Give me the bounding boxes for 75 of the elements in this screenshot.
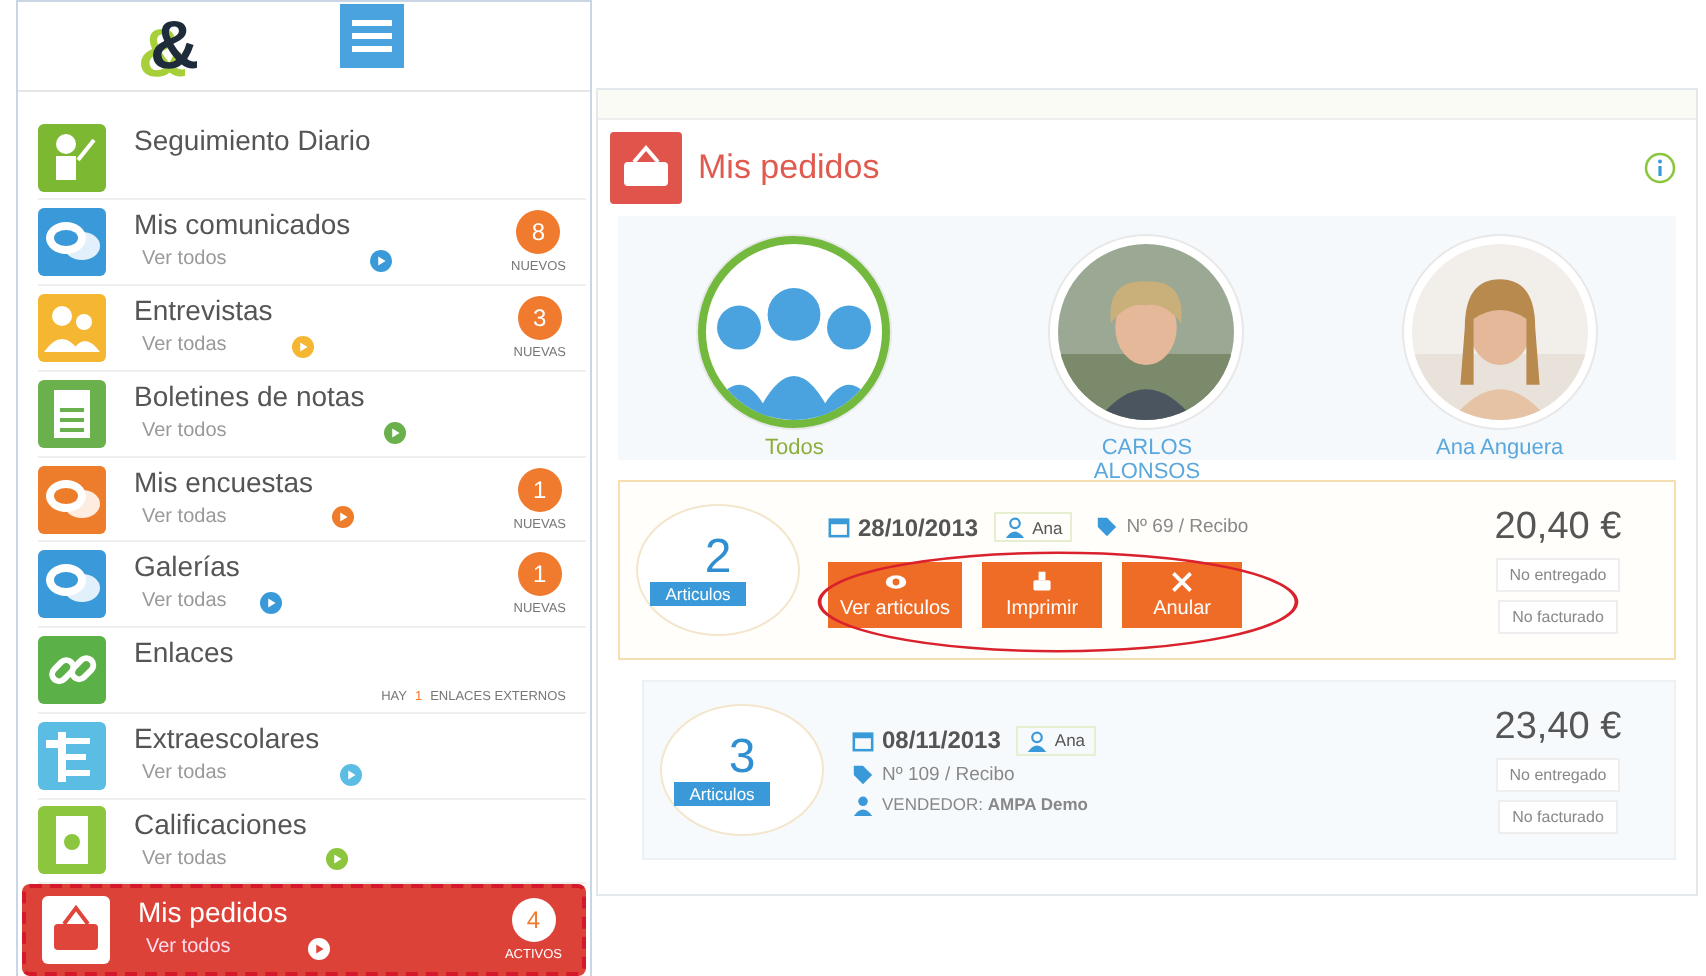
close-icon bbox=[1170, 570, 1195, 594]
count-badge: 4 bbox=[511, 898, 556, 943]
panel-title: Mis pedidos bbox=[698, 148, 880, 188]
view-all-link[interactable]: Ver todas bbox=[142, 761, 320, 784]
menu-item-title: Galerías bbox=[134, 548, 240, 585]
user-icon bbox=[1026, 729, 1049, 751]
logo: & bbox=[150, 5, 200, 86]
calendar-icon bbox=[828, 516, 850, 538]
seller-text: VENDEDOR: AMPA Demo bbox=[882, 794, 1088, 814]
menu-item-title: Extraescolares bbox=[134, 719, 320, 756]
menu-item-title: Mis comunicados bbox=[134, 206, 351, 243]
user-icon bbox=[1004, 516, 1027, 538]
order-reference: Nº 109 / Recibo bbox=[882, 763, 1015, 785]
tag-icon bbox=[1096, 516, 1119, 538]
item-count: 3 bbox=[728, 734, 756, 782]
view-all-link[interactable]: Ver todas bbox=[142, 590, 240, 613]
action-button[interactable]: Anular bbox=[1122, 562, 1243, 628]
view-all-link[interactable]: Ver todos bbox=[142, 419, 365, 442]
items-label: Articulos bbox=[673, 782, 771, 806]
play-icon[interactable] bbox=[259, 592, 282, 615]
play-icon[interactable] bbox=[332, 506, 355, 529]
menu-item-title: Mis pedidos bbox=[138, 894, 288, 931]
info-icon[interactable] bbox=[1644, 152, 1676, 184]
menu-item-title: Boletines de notas bbox=[134, 377, 365, 414]
status-label: No facturado bbox=[1498, 800, 1618, 834]
person-tag: Ana bbox=[994, 512, 1073, 542]
play-icon[interactable] bbox=[384, 421, 407, 444]
order-card[interactable]: 2 Articulos 28/10/2013 Ana Nº 69 / Recibo Ver articulos Imprimir Anular 20,40 € No entregado No facturado bbox=[618, 480, 1676, 660]
status-label: No facturado bbox=[1498, 600, 1618, 634]
user-icon bbox=[852, 793, 874, 815]
child-name[interactable]: Ana Anguera bbox=[1429, 436, 1570, 460]
tag-icon bbox=[852, 763, 874, 785]
items-label: Articulos bbox=[649, 582, 747, 606]
menu-item-title: Enlaces bbox=[134, 634, 234, 671]
play-icon[interactable] bbox=[326, 848, 349, 871]
view-all-link[interactable]: Ver todos bbox=[146, 936, 288, 959]
count-badge: 1 bbox=[517, 552, 562, 597]
order-date: 08/11/2013 bbox=[882, 726, 1001, 754]
view-all-link[interactable]: Ver todas bbox=[142, 334, 273, 357]
view-all-link[interactable]: Ver todas bbox=[142, 847, 307, 870]
printer-icon bbox=[1030, 570, 1055, 594]
action-button[interactable]: Imprimir bbox=[982, 562, 1103, 628]
status-label: No entregado bbox=[1495, 558, 1621, 592]
sidebar-item[interactable]: Seguimiento Diario bbox=[38, 115, 586, 201]
calendar-icon bbox=[852, 729, 874, 751]
view-all-link[interactable]: Ver todas bbox=[142, 505, 313, 528]
eye-icon bbox=[883, 570, 908, 594]
child-name[interactable]: Todos bbox=[724, 436, 865, 460]
order-reference: Nº 69 / Recibo bbox=[1126, 516, 1249, 538]
menu-item-title: Seguimiento Diario bbox=[134, 121, 371, 158]
order-price: 20,40 € bbox=[1494, 506, 1622, 550]
view-all-link[interactable]: Ver todos bbox=[142, 248, 351, 271]
menu-item-title: Calificaciones bbox=[134, 805, 307, 842]
basket-icon bbox=[42, 896, 110, 965]
count-badge: 8 bbox=[516, 210, 561, 255]
sidebar-item[interactable]: Boletines de notas Ver todos bbox=[38, 371, 586, 458]
play-icon[interactable] bbox=[292, 335, 315, 358]
menu-item-title: Mis encuestas bbox=[134, 463, 313, 500]
order-price: 23,40 € bbox=[1494, 706, 1622, 750]
basket-icon bbox=[610, 132, 682, 204]
status-label: No entregado bbox=[1495, 758, 1621, 792]
order-card[interactable]: 3 Articulos 08/11/2013 Ana Nº 109 / Recibo VENDEDOR: AMPA Demo 23,40 € No entregado No facturado bbox=[642, 680, 1676, 860]
play-icon[interactable] bbox=[370, 250, 393, 273]
child-name[interactable]: CARLOS ALONSOS bbox=[1076, 436, 1217, 484]
action-button[interactable]: Ver articulos bbox=[828, 562, 963, 628]
order-date: 28/10/2013 bbox=[858, 513, 979, 541]
count-badge: 3 bbox=[517, 296, 562, 341]
menu-item-title: Entrevistas bbox=[134, 292, 273, 329]
play-icon[interactable] bbox=[339, 763, 362, 786]
person-tag: Ana bbox=[1016, 725, 1096, 755]
menu-icon[interactable] bbox=[339, 3, 404, 68]
item-count: 2 bbox=[704, 534, 732, 582]
count-badge: 1 bbox=[517, 467, 562, 512]
sidebar-item[interactable]: Extraescolares Ver todas bbox=[38, 713, 586, 800]
play-icon[interactable] bbox=[307, 938, 330, 961]
